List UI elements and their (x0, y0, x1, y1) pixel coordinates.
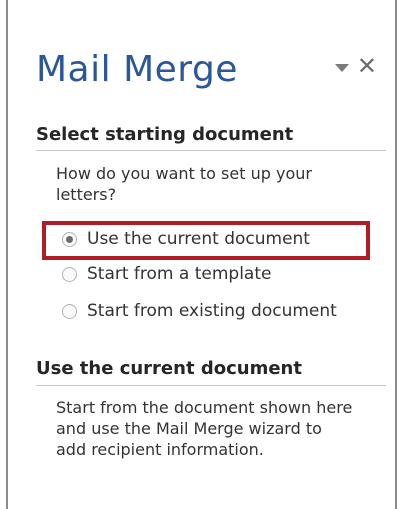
radio-label: Start from a template (87, 264, 272, 284)
radio-label: Use the current document (87, 229, 310, 249)
close-icon[interactable]: ✕ (357, 54, 377, 78)
pane-controls: ✕ (334, 54, 377, 78)
setup-question: How do you want to set up your letters? (56, 164, 312, 204)
radio-start-from-existing-document[interactable]: Start from existing document (62, 301, 337, 321)
section-divider (36, 385, 386, 386)
radio-label: Start from existing document (87, 301, 337, 321)
pane-title: Mail Merge (36, 49, 238, 90)
radio-use-current-document[interactable]: Use the current document (62, 229, 310, 249)
section-divider (36, 150, 386, 151)
pane-left-border (6, 0, 8, 509)
chevron-down-icon[interactable] (334, 64, 349, 72)
radio-button-checked-icon[interactable] (62, 231, 77, 247)
info-description: Start from the document shown here and u… (56, 398, 353, 459)
select-starting-document-heading: Select starting document (36, 124, 294, 145)
use-current-document-heading: Use the current document (36, 358, 302, 379)
radio-start-from-template[interactable]: Start from a template (62, 264, 271, 284)
pane-right-border (395, 0, 397, 509)
mail-merge-pane: Mail Merge ✕ Select starting document Ho… (0, 0, 403, 509)
radio-button-icon[interactable] (62, 303, 77, 319)
radio-button-icon[interactable] (62, 266, 77, 282)
